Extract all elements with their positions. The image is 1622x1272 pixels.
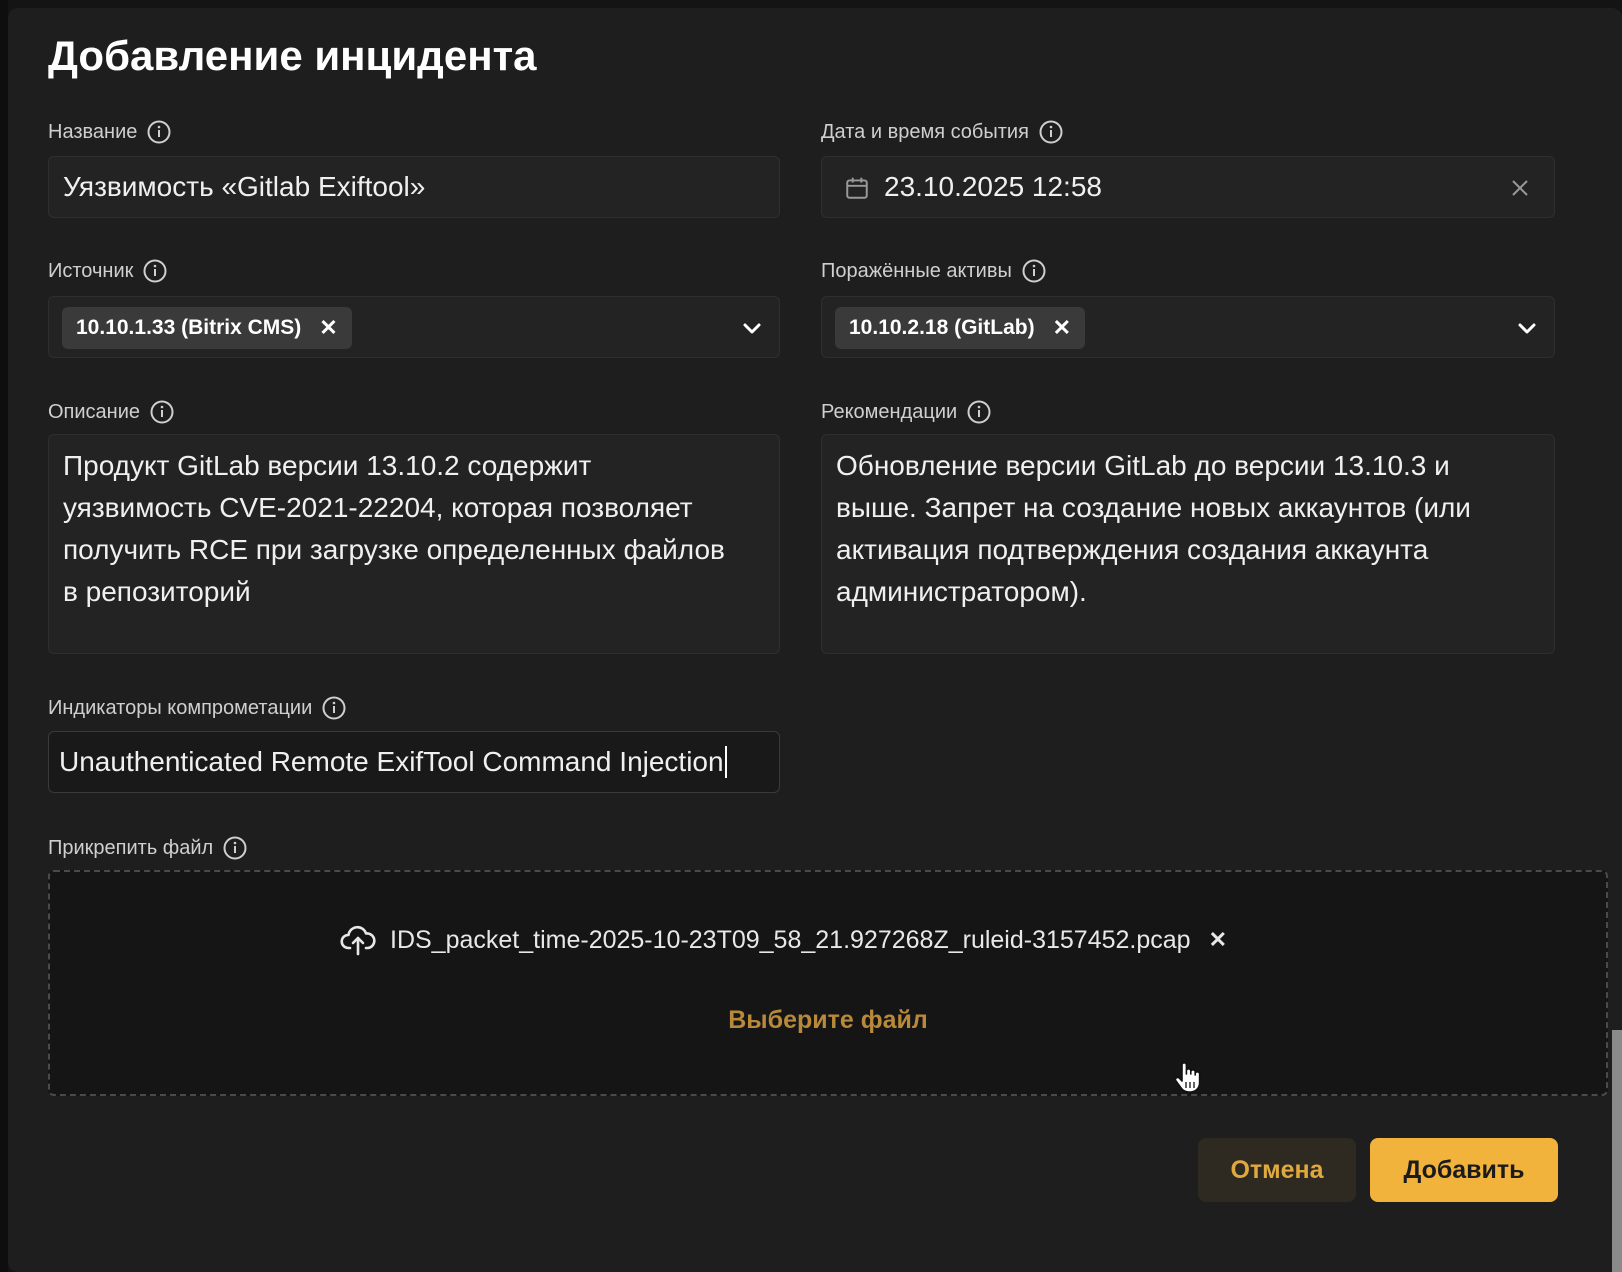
ioc-input[interactable]: Unauthenticated Remote ExifTool Command … <box>48 731 780 793</box>
assets-select[interactable]: 10.10.2.18 (GitLab) ✕ <box>821 296 1555 358</box>
datetime-label-text: Дата и время события <box>821 120 1029 143</box>
info-icon[interactable] <box>1039 120 1063 144</box>
info-icon[interactable] <box>143 259 167 283</box>
hand-cursor-icon <box>1174 1062 1201 1093</box>
assets-tag: 10.10.2.18 (GitLab) ✕ <box>835 307 1086 349</box>
name-label: Название <box>48 120 171 144</box>
name-input-value: Уязвимость «Gitlab Exiftool» <box>63 171 426 202</box>
source-tag-label: 10.10.1.33 (Bitrix CMS) <box>76 316 302 339</box>
close-icon[interactable]: ✕ <box>1209 927 1227 953</box>
assets-tag-label: 10.10.2.18 (GitLab) <box>849 316 1035 339</box>
info-icon[interactable] <box>1022 259 1046 283</box>
select-file-link[interactable]: Выберите файл <box>50 1006 1606 1035</box>
backdrop-edge <box>0 0 8 1272</box>
chevron-down-icon[interactable] <box>741 317 763 339</box>
modal-title: Добавление инцидента <box>48 32 537 79</box>
assets-label: Поражённые активы <box>821 259 1046 283</box>
source-tag: 10.10.1.33 (Bitrix CMS) ✕ <box>62 307 352 349</box>
close-icon[interactable] <box>1510 178 1530 198</box>
recommendations-label-text: Рекомендации <box>821 400 958 423</box>
cancel-button[interactable]: Отмена <box>1198 1138 1356 1202</box>
name-input[interactable]: Уязвимость «Gitlab Exiftool» <box>48 156 780 218</box>
ioc-label-text: Индикаторы компрометации <box>48 696 313 719</box>
datetime-label: Дата и время события <box>821 120 1063 144</box>
info-icon[interactable] <box>223 836 247 860</box>
description-value: Продукт GitLab версии 13.10.2 содержит у… <box>63 450 725 607</box>
description-label: Описание <box>48 400 174 424</box>
attachment-label-text: Прикрепить файл <box>48 836 214 859</box>
calendar-icon <box>846 177 868 199</box>
source-select[interactable]: 10.10.1.33 (Bitrix CMS) ✕ <box>48 296 780 358</box>
scrollbar[interactable] <box>1612 1030 1622 1272</box>
datetime-picker[interactable]: 23.10.2025 12:58 <box>821 156 1555 218</box>
recommendations-value: Обновление версии GitLab до версии 13.10… <box>836 450 1471 607</box>
attachment-label: Прикрепить файл <box>48 836 247 860</box>
info-icon[interactable] <box>147 120 171 144</box>
assets-label-text: Поражённые активы <box>821 259 1012 282</box>
ioc-input-value-wrap: Unauthenticated Remote ExifTool Command … <box>59 732 727 792</box>
add-incident-modal: Добавление инцидента Название Уязвимость… <box>8 8 1622 1272</box>
recommendations-label: Рекомендации <box>821 400 991 424</box>
add-button[interactable]: Добавить <box>1370 1138 1558 1202</box>
name-label-text: Название <box>48 120 138 143</box>
info-icon[interactable] <box>322 696 346 720</box>
datetime-value: 23.10.2025 12:58 <box>884 171 1102 202</box>
file-dropzone[interactable]: IDS_packet_time-2025-10-23T09_58_21.9272… <box>48 870 1608 1096</box>
ioc-label: Индикаторы компрометации <box>48 696 346 720</box>
recommendations-textarea[interactable]: Обновление версии GitLab до версии 13.10… <box>821 434 1555 654</box>
text-caret <box>724 746 727 778</box>
info-icon[interactable] <box>150 400 174 424</box>
source-label: Источник <box>48 259 167 283</box>
description-label-text: Описание <box>48 400 141 423</box>
attached-file-name: IDS_packet_time-2025-10-23T09_58_21.9272… <box>390 925 1191 954</box>
ioc-input-value: Unauthenticated Remote ExifTool Command … <box>59 746 724 777</box>
source-label-text: Источник <box>48 259 134 282</box>
close-icon[interactable]: ✕ <box>319 317 337 339</box>
close-icon[interactable]: ✕ <box>1053 317 1071 339</box>
description-textarea[interactable]: Продукт GitLab версии 13.10.2 содержит у… <box>48 434 780 654</box>
attached-file: IDS_packet_time-2025-10-23T09_58_21.9272… <box>340 924 1227 956</box>
info-icon[interactable] <box>967 400 991 424</box>
chevron-down-icon[interactable] <box>1516 317 1538 339</box>
cloud-upload-icon <box>340 925 376 956</box>
